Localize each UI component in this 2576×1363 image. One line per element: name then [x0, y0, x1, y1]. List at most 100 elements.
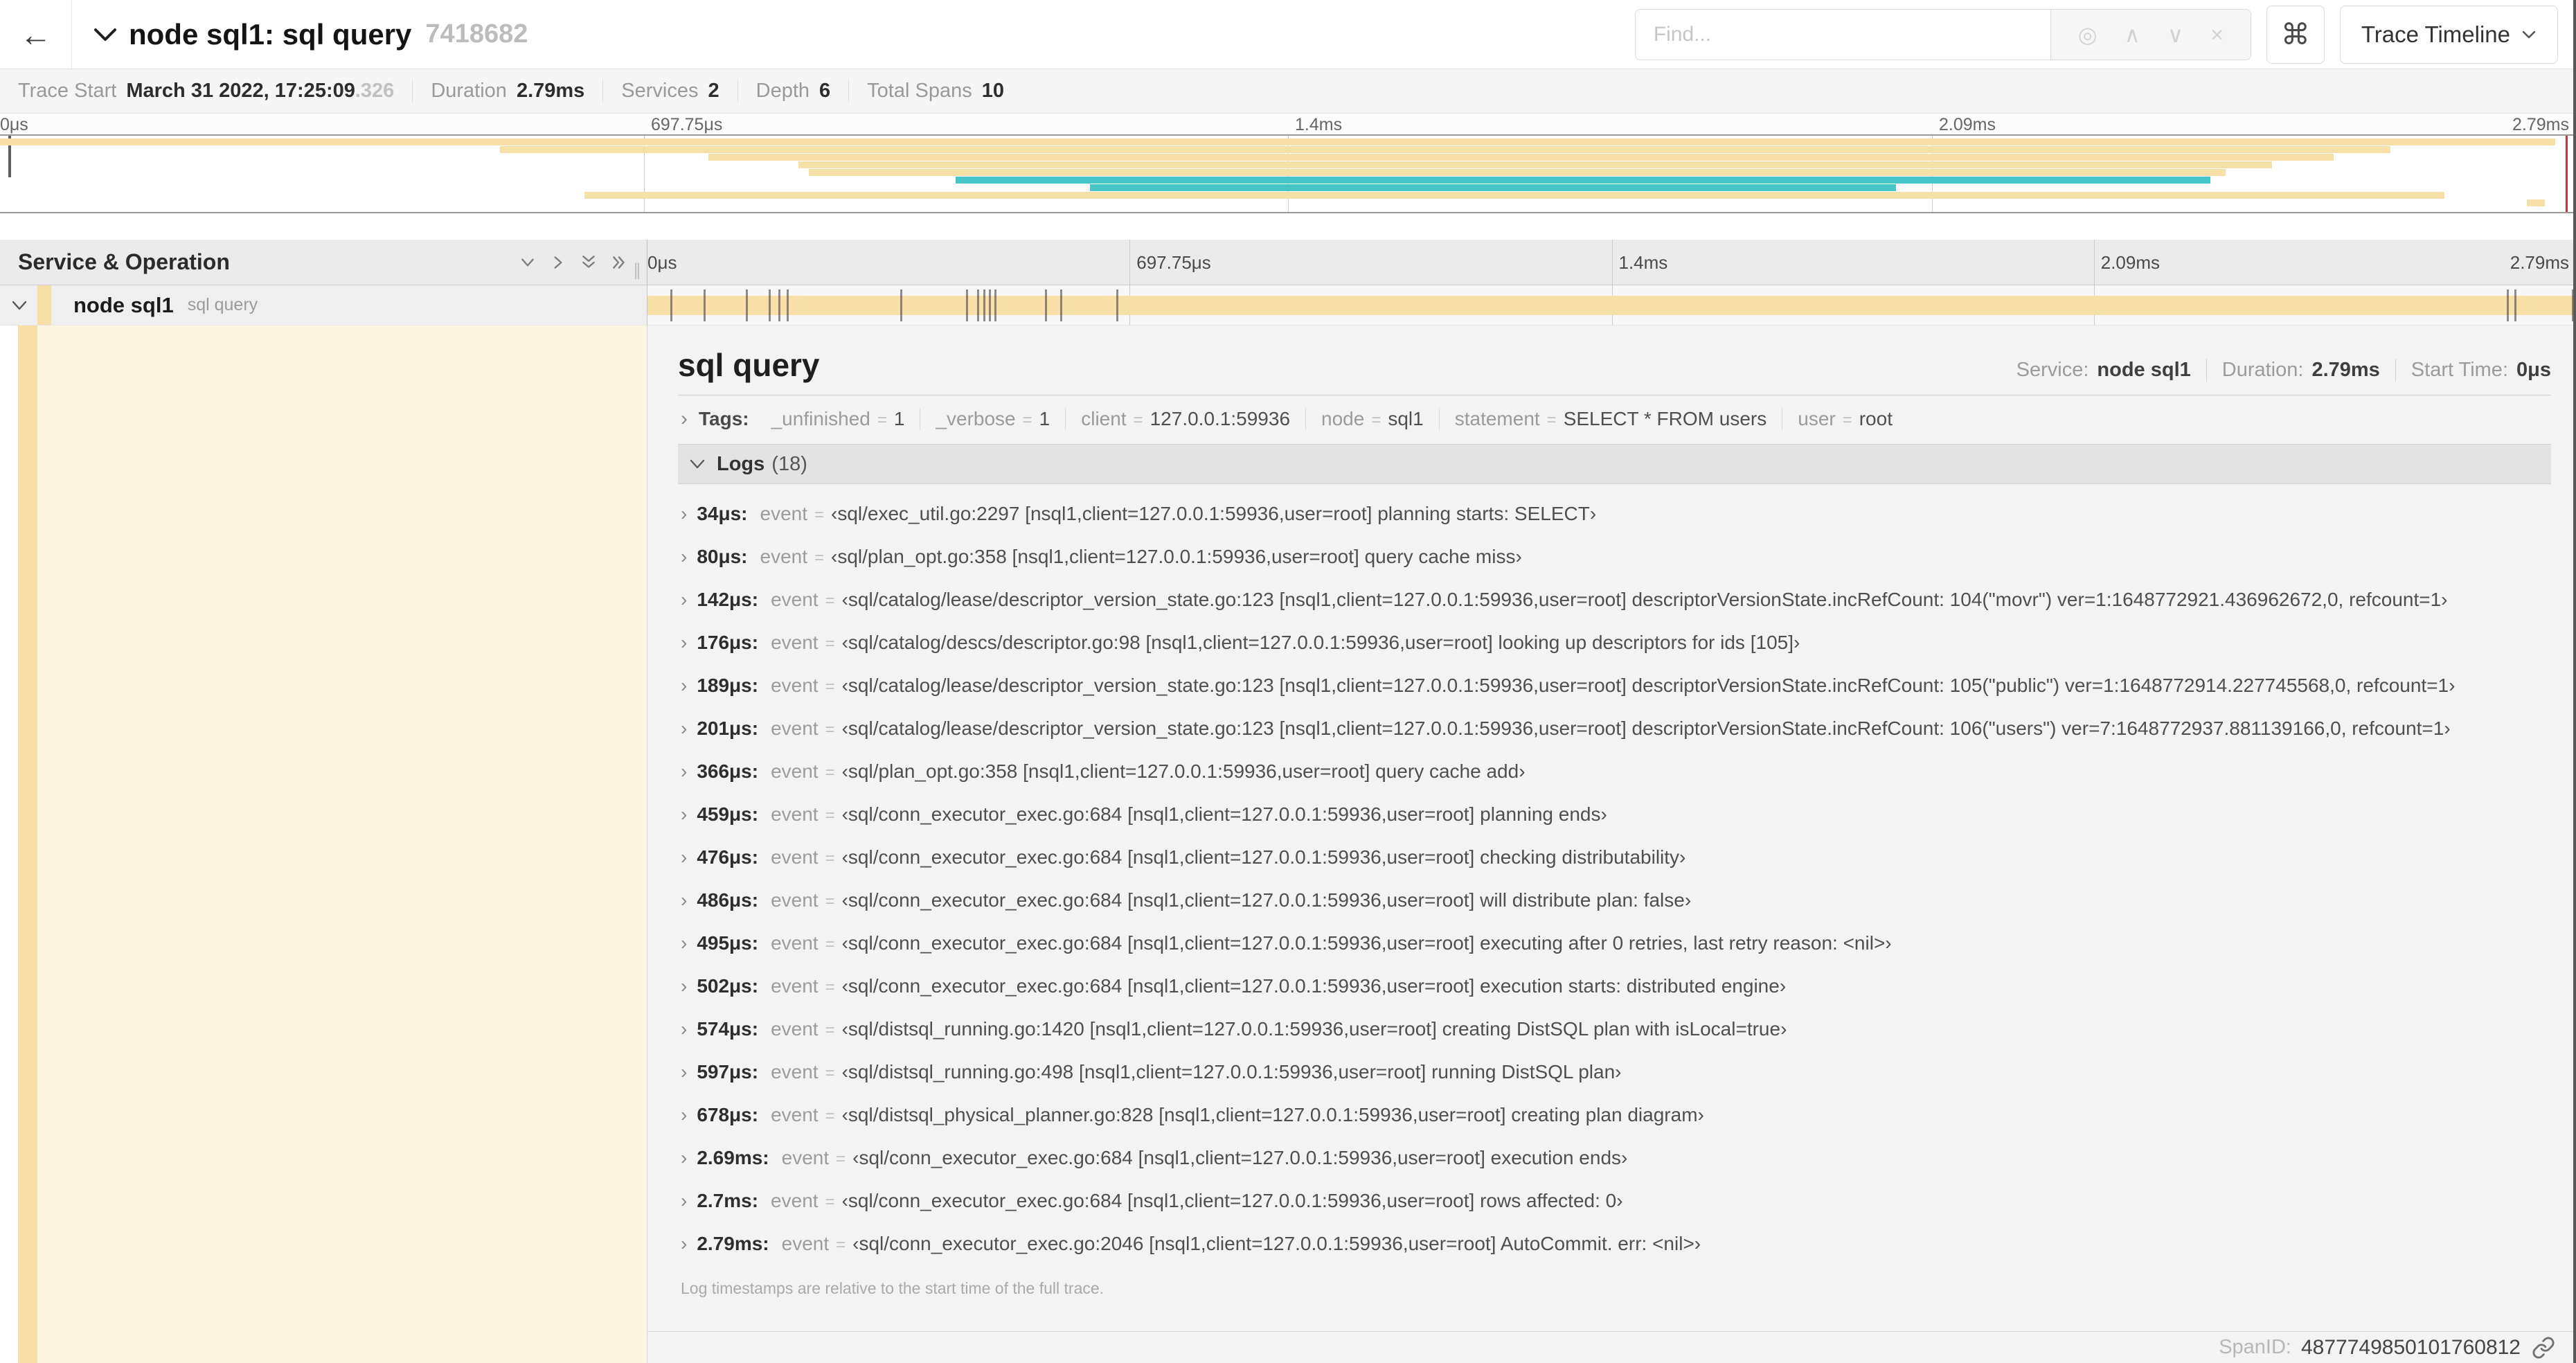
log-expand-icon[interactable]: › [681, 762, 687, 781]
tag-key: _unfinished [771, 408, 870, 429]
view-select-button[interactable]: Trace Timeline [2339, 5, 2558, 64]
page-header: ← node sql1: sql query 7418682 ◎ ∧ ∨ × ⌘… [0, 0, 2576, 69]
summary-value: 2 [708, 80, 719, 102]
summary-item: Trace Start March 31 2022, 17:25:09 .326 [14, 80, 412, 103]
log-row[interactable]: › 476μs: event = ‹sql/conn_executor_exec… [678, 836, 2551, 879]
tags-row[interactable]: › Tags: _unfinished = 1 _verbose = 1 cli… [678, 395, 2551, 444]
log-row[interactable]: › 2.7ms: event = ‹sql/conn_executor_exec… [678, 1179, 2551, 1222]
log-timestamp: 142μs: [697, 589, 759, 610]
log-row[interactable]: › 495μs: event = ‹sql/conn_executor_exec… [678, 922, 2551, 965]
log-expand-icon[interactable]: › [681, 1019, 687, 1039]
span-row[interactable]: node sql1 sql query [0, 285, 2576, 326]
expand-one-icon[interactable] [543, 247, 573, 278]
log-expand-icon[interactable]: › [681, 848, 687, 867]
tag-key: user [1798, 408, 1836, 429]
locate-icon[interactable]: ◎ [2078, 24, 2098, 46]
log-expand-icon[interactable]: › [681, 633, 687, 652]
summary-value-fraction: .326 [355, 80, 395, 102]
log-tick-marker [786, 289, 789, 321]
span-operation-name: sql query [187, 295, 258, 314]
equals-sign: = [825, 806, 835, 825]
find-input[interactable] [1634, 8, 2050, 60]
span-detail-title: sql query [678, 347, 820, 383]
log-row[interactable]: › 2.79ms: event = ‹sql/conn_executor_exe… [678, 1222, 2551, 1265]
log-tick-marker [1044, 289, 1047, 321]
find-prev-icon[interactable]: ∧ [2125, 24, 2140, 46]
log-row[interactable]: › 502μs: event = ‹sql/conn_executor_exec… [678, 965, 2551, 1008]
minimap-span-bar [798, 161, 2273, 168]
log-expand-icon[interactable]: › [681, 719, 687, 738]
logs-accordion-header[interactable]: Logs (18) [678, 444, 2551, 484]
span-collapse-icon[interactable] [11, 300, 28, 311]
minimap-cursor-line[interactable] [2566, 136, 2568, 212]
log-expand-icon[interactable]: › [681, 1148, 687, 1168]
log-expand-icon[interactable]: › [681, 676, 687, 695]
span-bar-track[interactable] [647, 285, 2576, 325]
summary-label: Services [621, 80, 699, 102]
minimap-span-bar [1089, 184, 1896, 191]
log-timestamp: 574μs: [697, 1018, 759, 1040]
collapse-all-icon[interactable] [573, 247, 604, 278]
trace-collapse-toggle[interactable] [93, 26, 118, 43]
log-row[interactable]: › 176μs: event = ‹sql/catalog/descs/desc… [678, 621, 2551, 664]
summary-item: Services 2 [602, 80, 737, 103]
column-resize-handle[interactable]: ∥ [633, 260, 643, 280]
find-clear-icon[interactable]: × [2210, 24, 2224, 46]
log-row[interactable]: › 574μs: event = ‹sql/distsql_running.go… [678, 1008, 2551, 1051]
log-row[interactable]: › 34μs: event = ‹sql/exec_util.go:2297 [… [678, 492, 2551, 535]
log-row[interactable]: › 142μs: event = ‹sql/catalog/lease/desc… [678, 578, 2551, 621]
span-meta-value: node sql1 [2097, 359, 2191, 381]
log-row[interactable]: › 597μs: event = ‹sql/distsql_running.go… [678, 1051, 2551, 1094]
log-tick-marker [703, 289, 706, 321]
span-duration-bar[interactable] [647, 296, 2576, 315]
log-row[interactable]: › 366μs: event = ‹sql/plan_opt.go:358 [n… [678, 750, 2551, 793]
log-field-value: ‹sql/conn_executor_exec.go:684 [nsql1,cl… [841, 975, 1787, 997]
log-expand-icon[interactable]: › [681, 590, 687, 609]
back-button[interactable]: ← [0, 0, 72, 69]
keyboard-shortcuts-button[interactable]: ⌘ [2266, 5, 2325, 64]
tick-label: 2.79ms [2510, 252, 2569, 273]
spacer [0, 215, 2576, 240]
log-expand-icon[interactable]: › [681, 891, 687, 910]
log-expand-icon[interactable]: › [681, 547, 687, 567]
tags-expand-icon[interactable]: › [681, 409, 688, 429]
log-expand-icon[interactable]: › [681, 977, 687, 996]
log-expand-icon[interactable]: › [681, 805, 687, 824]
scrollbar[interactable] [2573, 0, 2576, 1363]
equals-sign: = [1842, 411, 1852, 429]
log-field-key: event [771, 1190, 819, 1211]
span-id-bar: SpanID: 4877749850101760812 [647, 1331, 2576, 1363]
equals-sign: = [836, 1236, 846, 1254]
log-row[interactable]: › 189μs: event = ‹sql/catalog/lease/desc… [678, 664, 2551, 707]
summary-item: Duration 2.79ms [412, 80, 602, 103]
log-expand-icon[interactable]: › [681, 934, 687, 953]
minimap-canvas[interactable] [0, 134, 2576, 213]
expand-all-icon[interactable] [604, 247, 634, 278]
log-expand-icon[interactable]: › [681, 504, 687, 524]
span-name-column[interactable]: node sql1 sql query [0, 285, 647, 325]
log-field-value: ‹sql/plan_opt.go:358 [nsql1,client=127.0… [841, 760, 1526, 782]
equals-sign: = [825, 763, 835, 782]
log-expand-icon[interactable]: › [681, 1062, 687, 1082]
log-row[interactable]: › 2.69ms: event = ‹sql/conn_executor_exe… [678, 1137, 2551, 1179]
log-expand-icon[interactable]: › [681, 1191, 687, 1211]
trace-summary-bar: Trace Start March 31 2022, 17:25:09 .326… [0, 69, 2576, 114]
log-row[interactable]: › 459μs: event = ‹sql/conn_executor_exec… [678, 793, 2551, 836]
log-row[interactable]: › 201μs: event = ‹sql/catalog/lease/desc… [678, 707, 2551, 750]
span-detail-left-column [0, 326, 647, 1363]
tag-value: 1 [893, 408, 905, 429]
span-id-label: SpanID: [2219, 1336, 2291, 1358]
log-expand-icon[interactable]: › [681, 1105, 687, 1125]
collapse-one-icon[interactable] [512, 247, 543, 278]
span-meta-label: Start Time: [2410, 359, 2508, 381]
equals-sign: = [825, 849, 835, 868]
find-next-icon[interactable]: ∨ [2167, 24, 2183, 46]
log-expand-icon[interactable]: › [681, 1234, 687, 1254]
log-row[interactable]: › 678μs: event = ‹sql/distsql_physical_p… [678, 1094, 2551, 1137]
log-row[interactable]: › 486μs: event = ‹sql/conn_executor_exec… [678, 879, 2551, 922]
log-row[interactable]: › 80μs: event = ‹sql/plan_opt.go:358 [ns… [678, 535, 2551, 578]
deep-link-icon[interactable] [2532, 1336, 2555, 1360]
log-timestamp: 476μs: [697, 846, 759, 868]
log-tick-marker [977, 289, 980, 321]
find-bar: ◎ ∧ ∨ × [1634, 8, 2251, 60]
